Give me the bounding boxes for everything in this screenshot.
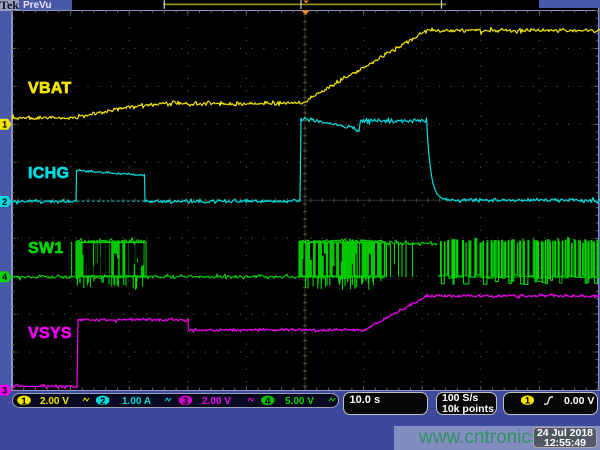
svg-text:2.00 V: 2.00 V [40, 396, 69, 407]
svg-text:5.00 V: 5.00 V [285, 396, 314, 407]
svg-text:1: 1 [21, 396, 27, 407]
svg-text:2.00 V: 2.00 V [202, 396, 231, 407]
svg-text:3: 3 [183, 396, 189, 407]
svg-text:1.00 A: 1.00 A [122, 396, 151, 407]
svg-text:0.00 V: 0.00 V [564, 395, 594, 407]
svg-text:4: 4 [265, 396, 271, 407]
svg-text:2: 2 [100, 396, 106, 407]
svg-text:1: 1 [525, 395, 531, 406]
